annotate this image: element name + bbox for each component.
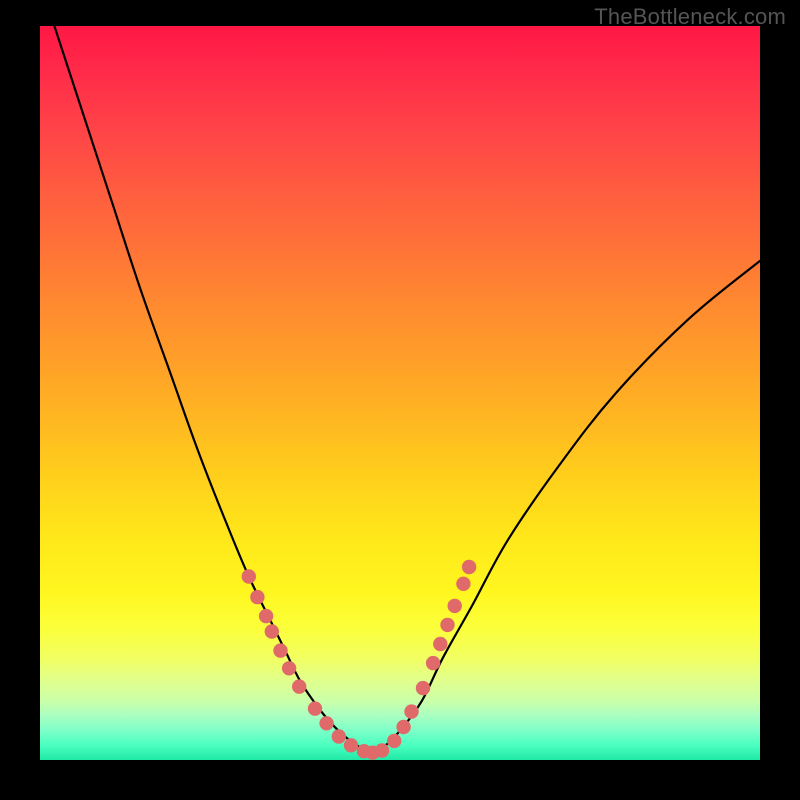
- scatter-dot: [462, 560, 476, 574]
- scatter-dot: [433, 637, 447, 651]
- left-curve: [54, 26, 371, 753]
- scatter-dot: [242, 569, 256, 583]
- scatter-dot: [273, 643, 287, 657]
- right-curve: [371, 261, 760, 753]
- scatter-dot: [440, 618, 454, 632]
- watermark-text: TheBottleneck.com: [594, 4, 786, 30]
- scatter-dot: [308, 701, 322, 715]
- chart-svg: [40, 26, 760, 760]
- scatter-dot: [404, 704, 418, 718]
- scatter-dot: [344, 738, 358, 752]
- scatter-dot: [282, 661, 296, 675]
- scatter-dot: [259, 609, 273, 623]
- scatter-dot: [456, 577, 470, 591]
- scatter-dot: [426, 656, 440, 670]
- scatter-dot: [387, 734, 401, 748]
- scatter-dot: [448, 599, 462, 613]
- scatter-dot: [292, 679, 306, 693]
- scatter-dot: [375, 743, 389, 757]
- plot-area: [40, 26, 760, 760]
- scatter-dot: [416, 681, 430, 695]
- scatter-dot: [396, 720, 410, 734]
- stage: TheBottleneck.com: [0, 0, 800, 800]
- scatter-dot: [265, 624, 279, 638]
- scatter-dot: [332, 729, 346, 743]
- scatter-dot: [250, 590, 264, 604]
- scatter-dot: [319, 716, 333, 730]
